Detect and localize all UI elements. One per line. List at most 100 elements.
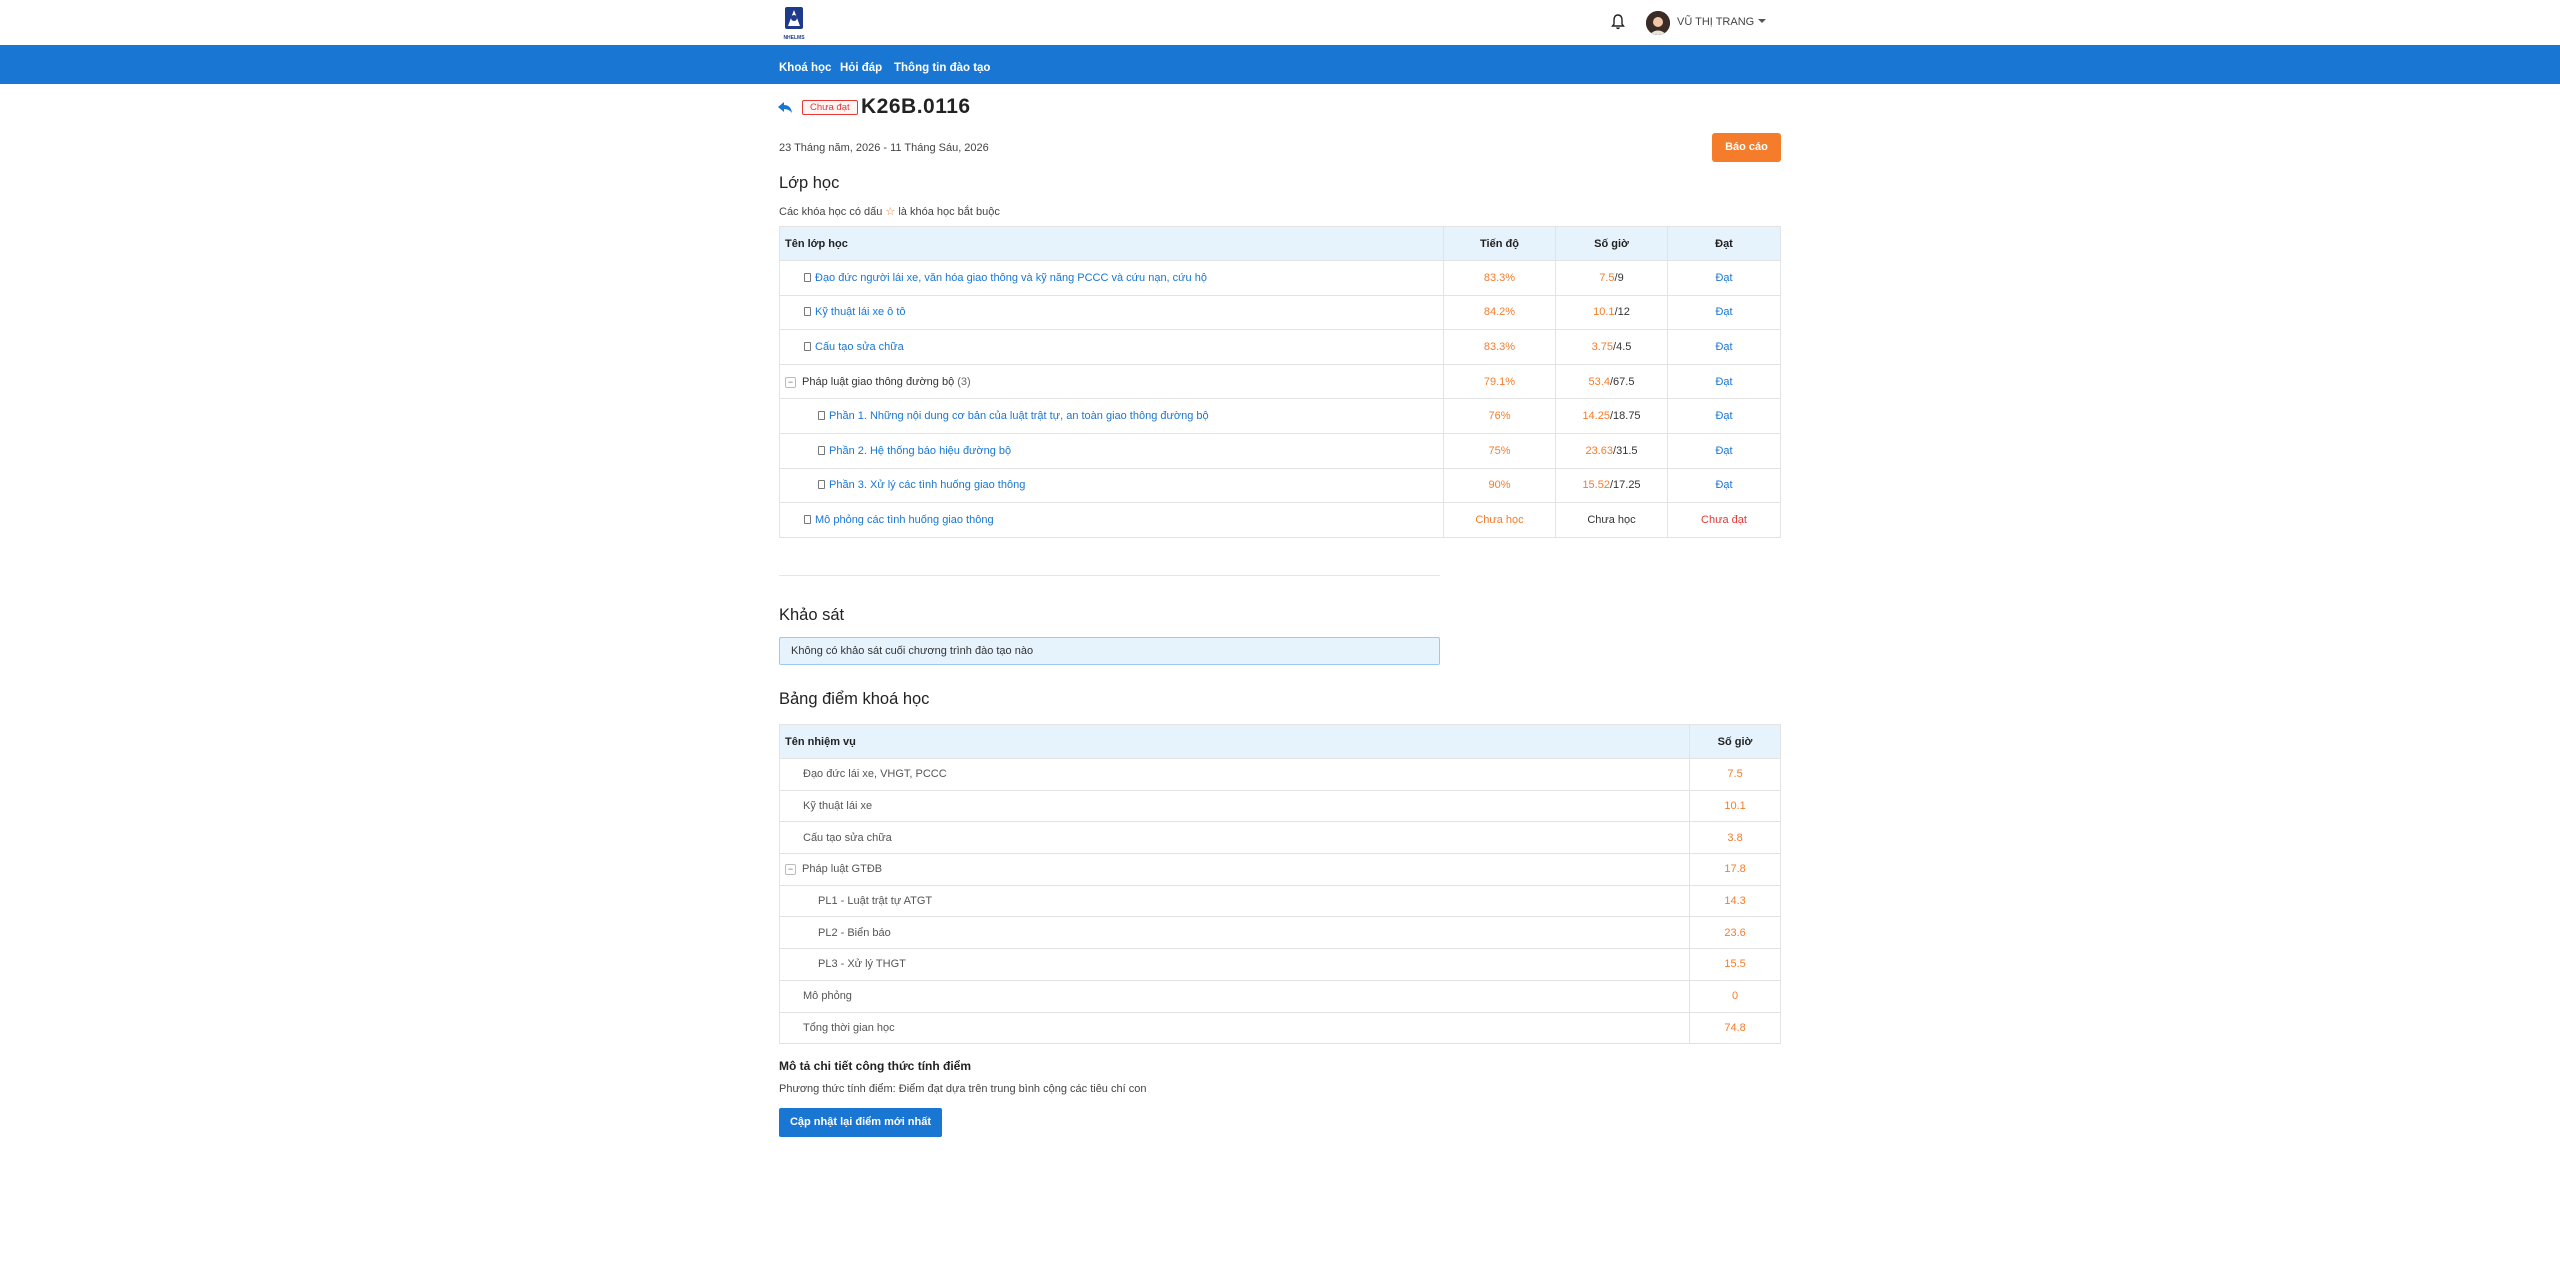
class-link[interactable]: Cấu tạo sửa chữa	[815, 341, 904, 353]
scores-table: Tên nhiệm vụ Số giờ Đạo đức lái xe, VHGT…	[778, 724, 1781, 1045]
result-cell: Đạt	[1667, 260, 1781, 296]
table-row: PL2 - Biển báo 23.6	[778, 916, 1781, 950]
col-header-hours: Số giờ	[1555, 226, 1668, 261]
hours-cell: 53.4/67.5	[1555, 363, 1668, 400]
document-icon	[804, 307, 811, 317]
col-header-progress: Tiến độ	[1443, 226, 1556, 261]
logo-text: NHELMS	[783, 35, 805, 41]
collapse-toggle-icon[interactable]: −	[785, 376, 796, 388]
hours-cell: 14.25/18.75	[1555, 398, 1668, 434]
task-name: Kỹ thuật lái xe	[778, 789, 1691, 823]
task-value: 0	[1689, 979, 1781, 1013]
required-note: Các khóa học có dấu ☆ là khóa học bắt bu…	[779, 206, 1000, 218]
table-row-total: Tổng thời gian học 74.8	[778, 1011, 1781, 1045]
col-header-task-name: Tên nhiệm vụ	[778, 724, 1691, 759]
progress-cell: 75%	[1443, 432, 1556, 469]
class-link[interactable]: Đạo đức người lái xe, văn hóa giao thông…	[815, 272, 1207, 284]
nav-item-courses[interactable]: Khoá học	[779, 62, 831, 74]
progress-cell: 90%	[1443, 467, 1556, 504]
class-link[interactable]: Kỹ thuật lái xe ô tô	[815, 306, 906, 318]
task-name: Đạo đức lái xe, VHGT, PCCC	[778, 758, 1691, 791]
table-row: Kỹ thuật lái xe ô tô 84.2% 10.1/12 Đạt	[779, 294, 1781, 331]
hours-cell: 15.52/17.25	[1555, 467, 1668, 504]
task-value: 17.8	[1689, 853, 1781, 886]
progress-cell: 76%	[1443, 398, 1556, 434]
back-arrow-icon[interactable]	[777, 100, 793, 114]
col-header-hours: Số giờ	[1689, 724, 1781, 759]
table-row: Phần 1. Những nội dung cơ bản của luật t…	[779, 398, 1781, 434]
task-name: Tổng thời gian học	[778, 1011, 1691, 1045]
result-cell: Đạt	[1667, 329, 1781, 365]
progress-cell: 83.3%	[1443, 329, 1556, 365]
avatar[interactable]	[1646, 11, 1670, 35]
task-value: 3.8	[1689, 821, 1781, 855]
col-header-class-name: Tên lớp học	[779, 226, 1444, 261]
table-row: Phần 3. Xử lý các tình huống giao thông …	[779, 467, 1781, 504]
table-row: PL3 - Xử lý THGT 15.5	[778, 948, 1781, 981]
table-row-group: − Pháp luật giao thông đường bộ (3) 79.1%…	[779, 363, 1781, 400]
hours-cell: Chưa học	[1555, 502, 1668, 538]
hours-cell: 10.1/12	[1555, 294, 1668, 331]
document-icon	[804, 272, 811, 282]
username-label: VŨ THỊ TRANG	[1677, 16, 1755, 28]
task-value: 23.6	[1689, 916, 1781, 950]
task-name: PL2 - Biển báo	[778, 916, 1691, 950]
col-header-result: Đạt	[1667, 226, 1781, 261]
class-link[interactable]: Phần 3. Xử lý các tình huống giao thông	[829, 479, 1025, 491]
group-count: (3)	[957, 375, 971, 388]
task-value: 74.8	[1689, 1011, 1781, 1045]
class-link[interactable]: Phần 2. Hệ thống báo hiệu đường bộ	[829, 445, 1011, 457]
task-name: Mô phỏng	[778, 979, 1691, 1013]
table-row-group: − Pháp luật GTĐB 17.8	[778, 853, 1781, 886]
task-value: 7.5	[1689, 758, 1781, 791]
date-range: 23 Tháng năm, 2026 - 11 Tháng Sáu, 2026	[779, 142, 989, 154]
result-cell: Đạt	[1667, 467, 1781, 504]
scores-section-title: Bảng điểm khoá học	[779, 690, 930, 708]
task-name: Pháp luật GTĐB	[802, 863, 883, 876]
main-nav: Khoá học Hỏi đáp Thông tin đào tạo	[0, 45, 2560, 84]
page-title: K26B.0116	[861, 95, 971, 118]
group-label: Pháp luật giao thông đường bộ	[802, 375, 955, 388]
table-row: Mô phỏng các tình huống giao thông Chưa …	[779, 502, 1781, 538]
survey-section-title: Khảo sát	[779, 606, 845, 624]
section-divider	[779, 575, 1440, 576]
caret-down-icon	[1758, 19, 1767, 23]
star-icon: ☆	[885, 206, 896, 218]
hours-cell: 23.63/31.5	[1555, 432, 1668, 469]
nav-item-training-info[interactable]: Thông tin đào tạo	[894, 62, 990, 74]
progress-cell: 83.3%	[1443, 260, 1556, 296]
nav-item-qa[interactable]: Hỏi đáp	[840, 62, 882, 74]
table-row: Đạo đức người lái xe, văn hóa giao thông…	[779, 260, 1781, 296]
classes-section-title: Lớp học	[779, 174, 840, 192]
result-cell: Đạt	[1667, 398, 1781, 434]
class-link[interactable]: Phần 1. Những nội dung cơ bản của luật t…	[829, 410, 1209, 422]
survey-info-box: Không có khảo sát cuối chương trình đào …	[779, 637, 1440, 665]
update-scores-button[interactable]: Cập nhật lại điểm mới nhất	[779, 1108, 942, 1137]
table-row: Kỹ thuật lái xe 10.1	[778, 789, 1781, 823]
formula-text: Phương thức tính điểm: Điểm đạt dựa trên…	[779, 1083, 1147, 1095]
formula-title: Mô tả chi tiết công thức tính điểm	[779, 1059, 972, 1073]
table-row: Cấu tạo sửa chữa 83.3% 3.75/4.5 Đạt	[779, 329, 1781, 365]
hours-cell: 7.5/9	[1555, 260, 1668, 296]
result-cell: Chưa đạt	[1667, 502, 1781, 538]
class-link[interactable]: Mô phỏng các tình huống giao thông	[815, 514, 994, 526]
table-header-row: Tên nhiệm vụ Số giờ	[778, 724, 1781, 759]
progress-cell: Chưa học	[1443, 502, 1556, 538]
status-badge: Chưa đạt	[802, 100, 858, 115]
bell-icon[interactable]	[1610, 13, 1626, 31]
app-logo[interactable]: NHELMS	[779, 4, 809, 42]
table-header-row: Tên lớp học Tiến độ Số giờ Đạt	[779, 226, 1781, 261]
table-row: Mô phỏng 0	[778, 979, 1781, 1013]
task-value: 10.1	[1689, 789, 1781, 823]
task-value: 14.3	[1689, 884, 1781, 918]
document-icon	[804, 514, 811, 524]
table-row: Phần 2. Hệ thống báo hiệu đường bộ 75% 2…	[779, 432, 1781, 469]
table-row: Đạo đức lái xe, VHGT, PCCC 7.5	[778, 758, 1781, 791]
report-button[interactable]: Báo cáo	[1712, 133, 1781, 162]
result-cell: Đạt	[1667, 363, 1781, 400]
table-row: Cấu tạo sửa chữa 3.8	[778, 821, 1781, 855]
user-menu[interactable]: VŨ THỊ TRANG	[1677, 16, 1767, 28]
collapse-toggle-icon[interactable]: −	[785, 864, 796, 876]
task-name: Cấu tạo sửa chữa	[778, 821, 1691, 855]
top-header: NHELMS VŨ THỊ TRANG	[0, 0, 2560, 45]
